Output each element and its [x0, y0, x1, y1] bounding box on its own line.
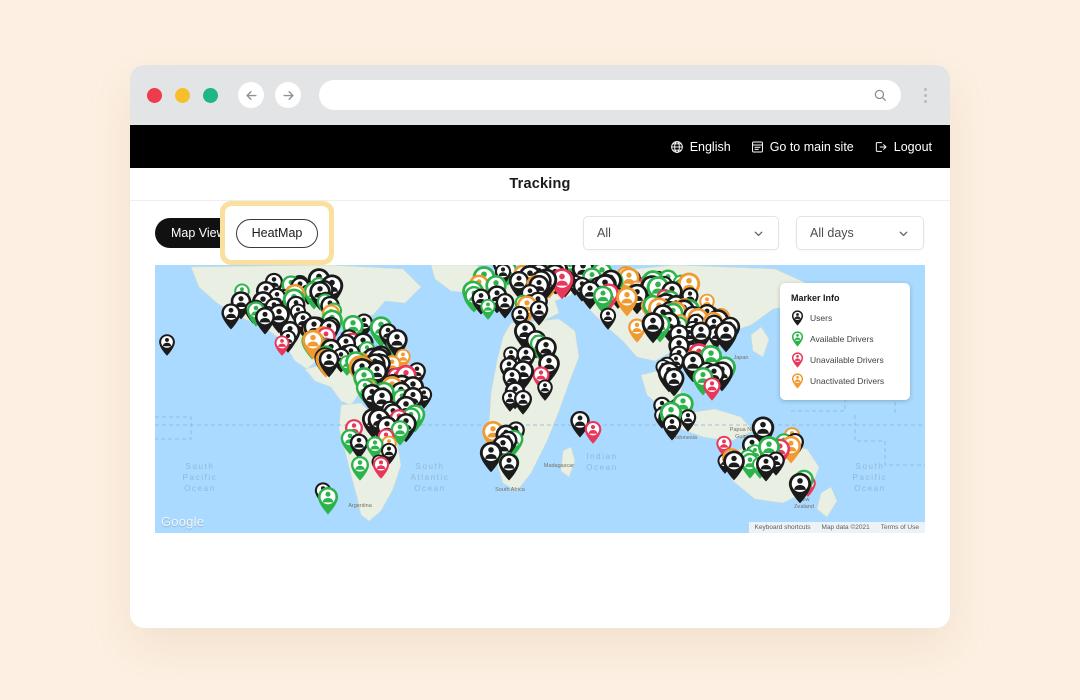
- map-marker-pin[interactable]: [661, 414, 683, 443]
- legend-item-unavailable-drivers: Unavailable Drivers: [791, 352, 899, 368]
- logout-label: Logout: [893, 139, 932, 154]
- legend-item-available-drivers: Available Drivers: [791, 331, 899, 347]
- legend-item-available-drivers-label: Available Drivers: [810, 334, 874, 344]
- map-marker-pin[interactable]: [721, 449, 746, 482]
- map-marker-pin[interactable]: [479, 298, 497, 321]
- map-data-copyright: Map data ©2021: [821, 524, 870, 531]
- map-marker-pin[interactable]: [371, 456, 390, 481]
- map-marker-pin[interactable]: [598, 306, 617, 331]
- browser-window: English Go to main site Logout Tracking …: [130, 65, 950, 628]
- map-marker-pin[interactable]: [615, 285, 640, 318]
- driver-pin-icon: [791, 352, 804, 368]
- type-filter-select[interactable]: All: [583, 216, 779, 250]
- legend-item-users-label: Users: [810, 313, 833, 323]
- map-marker-pin[interactable]: [536, 379, 554, 403]
- language-switcher[interactable]: English: [670, 140, 731, 154]
- address-bar[interactable]: [319, 80, 901, 110]
- map-marker-pin[interactable]: [497, 452, 520, 482]
- tracking-map[interactable]: NorthAtlanticOcean SouthPacificOcean Sou…: [155, 265, 925, 533]
- keyboard-shortcuts-link[interactable]: Keyboard shortcuts: [755, 524, 811, 531]
- map-marker-pin[interactable]: [317, 486, 340, 517]
- maximize-window-button[interactable]: [203, 87, 218, 103]
- legend-item-unavailable-drivers-label: Unavailable Drivers: [810, 355, 884, 365]
- map-marker-pin[interactable]: [254, 306, 277, 336]
- tab-heatmap[interactable]: HeatMap: [235, 218, 319, 248]
- minimize-window-button[interactable]: [175, 87, 190, 103]
- legend-item-unactivated-drivers-label: Unactivated Drivers: [810, 376, 885, 386]
- kebab-menu-icon[interactable]: [916, 80, 934, 110]
- map-toolbar: Map View HeatMap All All days: [130, 201, 950, 265]
- map-marker-pin[interactable]: [274, 335, 291, 358]
- page-title: Tracking: [509, 176, 571, 192]
- map-marker-pin[interactable]: [583, 420, 602, 445]
- view-mode-switcher: Map View HeatMap: [155, 201, 334, 265]
- heatmap-focus-ring: HeatMap: [220, 201, 334, 265]
- window-icon: [751, 141, 763, 152]
- map-marker-pin[interactable]: [702, 376, 722, 402]
- globe-icon: [670, 140, 683, 153]
- search-icon[interactable]: [873, 88, 887, 102]
- browser-chrome-bar: [130, 65, 950, 125]
- legend-title: Marker Info: [791, 293, 840, 303]
- app-header: English Go to main site Logout: [130, 125, 950, 168]
- map-marker-pin[interactable]: [512, 389, 533, 416]
- terms-of-use-link[interactable]: Terms of Use: [881, 524, 919, 531]
- days-filter-select[interactable]: All days: [796, 216, 924, 250]
- go-to-main-site-link[interactable]: Go to main site: [751, 140, 854, 154]
- marker-info-legend: Marker Info Users Available Drivers Unav…: [780, 283, 910, 400]
- map-attribution: Keyboard shortcuts Map data ©2021 Terms …: [748, 522, 925, 533]
- tab-map-view-label: Map View: [171, 226, 226, 240]
- forward-button[interactable]: [275, 82, 301, 108]
- map-marker-pin[interactable]: [158, 333, 176, 357]
- chevron-down-icon: [752, 227, 765, 240]
- google-logo: Google: [161, 514, 205, 529]
- legend-item-unactivated-drivers: Unactivated Drivers: [791, 373, 899, 389]
- tab-heatmap-label: HeatMap: [251, 226, 303, 240]
- map-marker-pin[interactable]: [787, 471, 813, 505]
- address-input[interactable]: [333, 88, 873, 102]
- map-marker-pin[interactable]: [220, 302, 242, 331]
- close-window-button[interactable]: [147, 87, 162, 103]
- filters-group: All All days: [583, 216, 924, 250]
- map-marker-pin[interactable]: [317, 347, 341, 379]
- chevron-down-icon: [897, 227, 910, 240]
- map-marker-pin[interactable]: [350, 454, 371, 481]
- back-button[interactable]: [238, 82, 264, 108]
- type-filter-value: All: [597, 226, 611, 240]
- arrow-right-icon: [282, 90, 294, 100]
- traffic-lights: [147, 87, 218, 103]
- driver-pin-icon: [791, 373, 804, 389]
- map-marker-pin[interactable]: [640, 311, 666, 345]
- user-pin-icon: [791, 310, 804, 326]
- days-filter-value: All days: [810, 226, 854, 240]
- language-label: English: [689, 139, 731, 154]
- legend-item-users: Users: [791, 310, 899, 326]
- heatmap-focus-inner: HeatMap: [225, 206, 329, 260]
- driver-pin-icon: [791, 331, 804, 347]
- arrow-left-icon: [245, 90, 257, 100]
- logout-button[interactable]: Logout: [874, 140, 932, 154]
- map-marker-pin[interactable]: [754, 453, 777, 483]
- go-to-main-site-label: Go to main site: [769, 139, 854, 154]
- page-title-bar: Tracking: [130, 168, 950, 201]
- logout-icon: [875, 141, 887, 152]
